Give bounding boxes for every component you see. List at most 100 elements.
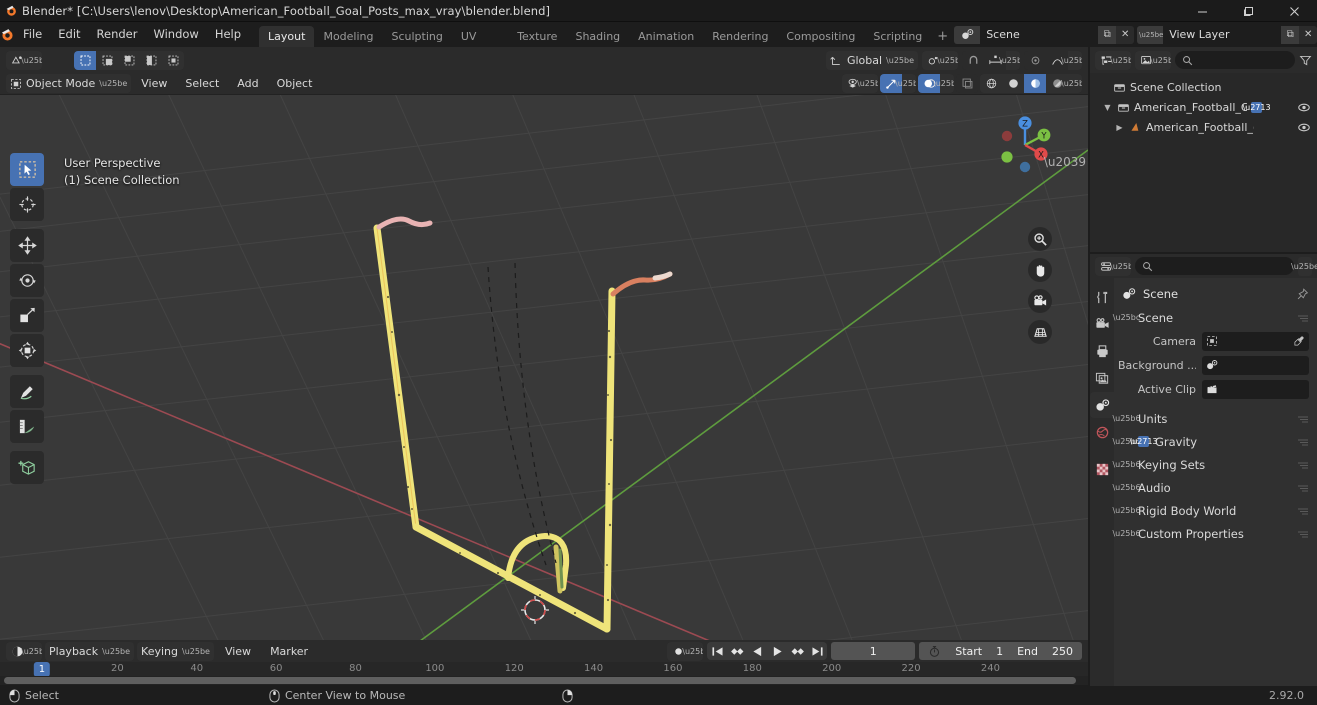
gizmo-selector[interactable]: \u25be — [880, 74, 916, 93]
workspace-tab-uv-editing[interactable]: UV Editing — [452, 26, 508, 64]
minimize-button[interactable] — [1179, 0, 1225, 22]
maximize-button[interactable] — [1225, 0, 1271, 22]
snap-magnet-icon[interactable] — [962, 50, 984, 70]
tool-tweak-select-box[interactable] — [10, 153, 44, 186]
viewport-canvas[interactable]: User Perspective (1) Scene Collection Z … — [0, 95, 1088, 640]
scene-datablock[interactable]: Scene ⧉ ✕ — [954, 25, 1135, 44]
panel-header-rigid-body-world[interactable]: \u25b6 Rigid Body World — [1112, 499, 1317, 522]
workspace-tab-scripting[interactable]: Scripting — [864, 26, 931, 47]
ortho-persp-icon[interactable] — [1028, 320, 1052, 344]
menu-file[interactable]: File — [15, 25, 50, 44]
auto-keying-chevron-icon[interactable]: \u25be — [682, 641, 704, 661]
workspace-tab-sculpting[interactable]: Sculpting — [383, 26, 452, 47]
viewport-menu-object[interactable]: Object — [269, 74, 321, 93]
tool-annotate[interactable] — [10, 375, 44, 408]
outliner-row-american-football-goal[interactable]: ▼ American_Football_Goal \u2713 — [1090, 97, 1317, 117]
play-reverse-button[interactable] — [747, 642, 768, 660]
viewport-menu-view[interactable]: View — [133, 74, 175, 93]
tool-move[interactable] — [10, 229, 44, 262]
menu-render[interactable]: Render — [89, 25, 146, 44]
camera-view-icon[interactable] — [1028, 289, 1052, 313]
snap-chevron-icon[interactable]: \u25be — [999, 50, 1020, 70]
workspace-tab-animation[interactable]: Animation — [629, 26, 703, 47]
gravity-checkbox[interactable]: \u2713 — [1129, 436, 1158, 447]
tool-transform[interactable] — [10, 334, 44, 367]
eye-icon[interactable] — [1297, 121, 1311, 134]
properties-tab-texture[interactable] — [1090, 456, 1114, 482]
next-keyframe-button[interactable] — [787, 642, 808, 660]
proportional-edit-group[interactable]: \u25be — [1024, 50, 1082, 70]
select-set-icon[interactable] — [74, 50, 96, 70]
eye-icon[interactable] — [1297, 101, 1311, 114]
timeline-menu-keying[interactable]: Keying \u25be — [137, 641, 214, 661]
tool-scale[interactable] — [10, 299, 44, 332]
workspace-tab-rendering[interactable]: Rendering — [703, 26, 777, 47]
jump-to-start-button[interactable] — [707, 642, 728, 660]
pin-icon[interactable] — [1296, 287, 1309, 301]
frame-range-fields[interactable]: Start 1 End 250 — [919, 642, 1082, 660]
object-mode-selector[interactable]: Object Mode \u25be — [6, 74, 132, 93]
snap-group[interactable]: \u25be — [962, 50, 1020, 70]
panel-header-audio[interactable]: \u25b6 Audio — [1112, 476, 1317, 499]
shading-wireframe-icon[interactable] — [980, 74, 1002, 93]
outliner-row-american-football-object[interactable]: ▶ American_Football_( — [1090, 117, 1317, 137]
select-invert-icon[interactable] — [140, 50, 162, 70]
properties-search-input[interactable] — [1135, 257, 1294, 275]
timeline-playhead[interactable]: 1 — [33, 662, 51, 677]
outliner-display-chevron-icon[interactable]: \u25be — [1110, 50, 1131, 70]
current-frame-field[interactable]: 1 — [831, 642, 916, 660]
timeline-editor-chevron-icon[interactable]: \u25be — [21, 641, 42, 661]
view-layer-name[interactable]: View Layer — [1163, 25, 1282, 44]
property-field-background-scene[interactable] — [1202, 355, 1309, 375]
viewlayer-remove-button[interactable]: ✕ — [1299, 25, 1317, 44]
scene-name[interactable]: Scene — [980, 25, 1099, 44]
shading-chevron-icon[interactable]: \u25be — [1061, 74, 1082, 93]
panel-header-keying-sets[interactable]: \u25b6 Keying Sets — [1112, 453, 1317, 476]
shading-solid-icon[interactable] — [1002, 74, 1024, 93]
panel-header-units[interactable]: \u25b6 Units — [1112, 407, 1317, 430]
outliner-row-scene-collection[interactable]: Scene Collection — [1090, 77, 1317, 97]
tool-rotate[interactable] — [10, 264, 44, 297]
close-button[interactable] — [1271, 0, 1317, 22]
scene-new-button[interactable]: ⧉ — [1098, 25, 1117, 44]
jump-to-end-button[interactable] — [807, 642, 828, 660]
play-button[interactable] — [767, 642, 788, 660]
panel-header-scene[interactable]: \u25bc Scene — [1113, 306, 1317, 329]
workspace-tab-layout[interactable]: Layout — [259, 26, 315, 47]
pivot-point-selector[interactable]: \u25be — [922, 50, 958, 70]
menu-help[interactable]: Help — [207, 25, 249, 44]
end-frame-value[interactable]: 250 — [1052, 645, 1073, 658]
menu-edit[interactable]: Edit — [50, 25, 88, 44]
properties-editor-chevron-icon[interactable]: \u25be — [1110, 256, 1131, 276]
outliner-view-layer-selector[interactable]: \u25be — [1135, 50, 1171, 70]
workspace-tab-texture-paint[interactable]: Texture Paint — [508, 26, 566, 64]
properties-tab-tool[interactable] — [1090, 284, 1114, 310]
timeline-editor-type-selector[interactable]: \u25be — [6, 641, 42, 661]
transform-orientation-selector[interactable]: Global \u25be — [825, 50, 918, 70]
overlays-chevron-icon[interactable]: \u25be — [933, 74, 954, 93]
panel-header-custom-properties[interactable]: \u25b6 Custom Properties — [1112, 522, 1317, 545]
expander-closed-icon[interactable]: ▶ — [1114, 123, 1125, 132]
property-field-active-clip[interactable] — [1202, 379, 1309, 399]
eyedropper-icon[interactable] — [1293, 335, 1305, 347]
navigation-gizmo[interactable]: Z Y X — [987, 107, 1063, 183]
properties-tab-render[interactable] — [1090, 311, 1114, 337]
select-intersect-icon[interactable] — [162, 50, 184, 70]
viewport-menu-select[interactable]: Select — [177, 74, 227, 93]
zoom-icon[interactable] — [1028, 227, 1052, 251]
viewlayer-new-button[interactable]: ⧉ — [1281, 25, 1300, 44]
timeline-menu-marker[interactable]: Marker — [262, 642, 316, 661]
outliner-layer-chevron-icon[interactable]: \u25be — [1150, 50, 1171, 70]
visibility-selector[interactable]: \u25be — [842, 74, 878, 93]
timeline-scrollbar[interactable] — [0, 676, 1088, 685]
workspace-tab-modeling[interactable]: Modeling — [314, 26, 382, 47]
properties-editor-type-selector[interactable]: \u25be — [1095, 256, 1131, 276]
tool-cursor[interactable] — [10, 188, 44, 221]
editor-type-chevron-icon[interactable]: \u25be — [21, 50, 42, 70]
properties-tab-output[interactable] — [1090, 338, 1114, 364]
xray-icon[interactable] — [956, 74, 978, 93]
outliner-search-input[interactable] — [1175, 51, 1295, 69]
sidebar-collapse-arrow-icon[interactable]: \u2039 — [1044, 155, 1086, 169]
properties-tab-scene[interactable] — [1090, 392, 1114, 418]
collection-exclude-checkbox[interactable]: \u2713 — [1242, 101, 1271, 113]
